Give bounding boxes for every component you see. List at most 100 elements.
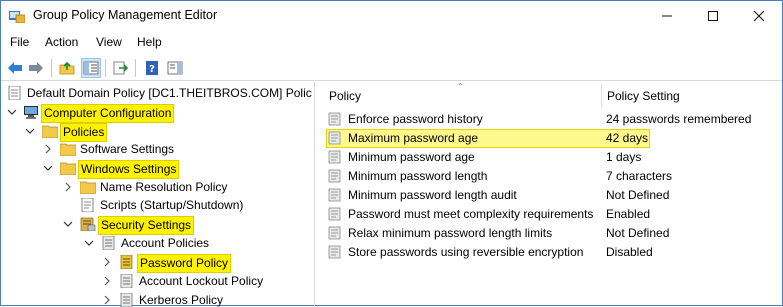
table-row[interactable]: Enforce password history 24 passwords rem… — [323, 110, 782, 129]
show-hide-tree-button[interactable] — [81, 58, 101, 78]
table-row[interactable]: Store passwords using reversible encrypt… — [323, 243, 782, 262]
tree-item-name-resolution-policy[interactable]: Name Resolution Policy — [1, 178, 314, 197]
chevron-right-icon[interactable] — [102, 276, 112, 286]
menu-file[interactable]: File — [10, 35, 29, 49]
forward-icon — [29, 62, 43, 74]
back-icon — [8, 62, 22, 74]
computer-icon — [24, 106, 38, 119]
table-row[interactable]: Maximum password age 42 days — [323, 129, 782, 148]
menu-help[interactable]: Help — [137, 35, 162, 49]
cell-policy-setting: 24 passwords remembered — [606, 112, 752, 126]
security-settings-icon — [80, 217, 96, 231]
script-document-icon — [81, 198, 94, 212]
cell-policy-setting: Disabled — [606, 245, 653, 259]
column-header-setting[interactable]: Policy Setting — [607, 82, 777, 110]
tree-label-root: Default Domain Policy [DC1.THEITBROS.COM… — [27, 86, 312, 100]
gpme-app-icon — [9, 11, 25, 23]
tree-item-security-settings[interactable]: Security Settings — [1, 215, 314, 235]
maximize-icon — [708, 11, 718, 21]
svg-text:?: ? — [149, 64, 155, 75]
tree-label-password-policy: Password Policy — [137, 254, 232, 273]
tree-item-scripts[interactable]: Scripts (Startup/Shutdown) — [1, 196, 314, 215]
close-button[interactable] — [736, 1, 782, 31]
chevron-down-icon[interactable] — [7, 107, 17, 117]
table-row[interactable]: Password must meet complexity requiremen… — [323, 205, 782, 224]
chevron-right-icon[interactable] — [102, 257, 112, 267]
help-icon: ? — [146, 61, 158, 75]
back-button[interactable] — [5, 58, 25, 78]
console-tree: Default Domain Policy [DC1.THEITBROS.COM… — [1, 82, 315, 307]
tree-item-windows-settings[interactable]: Windows Settings — [1, 159, 314, 179]
column-header-policy[interactable]: Policy — [329, 82, 599, 110]
properties-pane-button[interactable] — [165, 58, 185, 78]
cell-policy: Minimum password length audit — [348, 188, 517, 202]
cell-policy-setting: Enabled — [606, 207, 651, 221]
cell-policy-setting: 1 days — [606, 150, 642, 164]
policy-setting-icon — [328, 207, 341, 221]
table-row[interactable]: Minimum password age 1 days — [323, 148, 782, 167]
up-one-level-button[interactable] — [57, 58, 77, 78]
tree-label-software-settings: Software Settings — [80, 142, 175, 156]
chevron-down-icon[interactable] — [63, 219, 73, 229]
tree-item-password-policy[interactable]: Password Policy — [1, 253, 314, 273]
menu-view[interactable]: View — [96, 35, 122, 49]
table-row[interactable]: Minimum password length audit Not Defined — [323, 186, 782, 205]
column-header-setting-label: Policy Setting — [607, 89, 680, 103]
tree-label-kerberos-policy: Kerberos Policy — [139, 293, 224, 307]
tree-label-scripts: Scripts (Startup/Shutdown) — [100, 198, 244, 212]
tree-item-root[interactable]: Default Domain Policy [DC1.THEITBROS.COM… — [1, 84, 314, 103]
cell-policy: Minimum password length — [348, 169, 488, 183]
minimize-icon — [662, 15, 672, 17]
show-hide-tree-icon — [83, 61, 99, 75]
account-policies-icon — [102, 236, 115, 250]
column-divider[interactable] — [601, 84, 602, 108]
close-icon — [753, 10, 765, 22]
policy-setting-icon — [328, 131, 341, 145]
tree-label-account-policies: Account Policies — [121, 236, 210, 250]
table-row[interactable]: Minimum password length 7 characters — [323, 167, 782, 186]
tree-label-windows-settings: Windows Settings — [78, 160, 180, 179]
up-folder-icon — [59, 61, 75, 75]
tree-item-account-lockout-policy[interactable]: Account Lockout Policy — [1, 272, 314, 291]
chevron-down-icon[interactable] — [84, 238, 94, 248]
help-button[interactable]: ? — [142, 58, 162, 78]
tree-item-policies[interactable]: Policies — [1, 122, 314, 142]
policy-folder-icon — [120, 255, 133, 269]
folder-icon — [60, 162, 76, 175]
policy-setting-icon — [328, 112, 341, 126]
policy-setting-icon — [328, 169, 341, 183]
properties-pane-icon — [167, 61, 183, 75]
maximize-button[interactable] — [690, 1, 736, 31]
window-title: Group Policy Management Editor — [33, 8, 218, 22]
cell-policy: Minimum password age — [348, 150, 475, 164]
minimize-button[interactable] — [644, 1, 690, 31]
column-header-policy-label: Policy — [329, 89, 362, 103]
cell-policy-setting: 42 days — [606, 131, 649, 145]
tree-item-computer-configuration[interactable]: Computer Configuration — [1, 103, 314, 123]
cell-policy-setting: 7 characters — [606, 169, 673, 183]
cell-policy: Relax minimum password length limits — [348, 226, 553, 240]
cell-policy-setting: Not Defined — [606, 226, 670, 240]
toolbar: ? — [1, 55, 782, 81]
cell-policy-setting: Not Defined — [606, 188, 670, 202]
menu-bar: File Action View Help — [1, 32, 782, 52]
chevron-right-icon[interactable] — [63, 182, 73, 192]
chevron-right-icon[interactable] — [43, 144, 53, 154]
chevron-down-icon[interactable] — [25, 126, 35, 136]
chevron-right-icon[interactable] — [102, 295, 112, 305]
title-bar: Group Policy Management Editor — [1, 1, 782, 31]
tree-item-software-settings[interactable]: Software Settings — [1, 140, 314, 159]
export-list-button[interactable] — [111, 58, 131, 78]
folder-icon — [60, 143, 76, 156]
policy-setting-icon — [328, 188, 341, 202]
forward-button[interactable] — [26, 58, 46, 78]
policy-setting-icon — [328, 226, 341, 240]
tree-label-name-resolution-policy: Name Resolution Policy — [100, 180, 228, 194]
details-list: ⌃ Policy Policy Setting Enforce password… — [323, 82, 782, 307]
policy-setting-icon — [328, 245, 341, 259]
tree-item-account-policies[interactable]: Account Policies — [1, 234, 314, 253]
menu-action[interactable]: Action — [45, 35, 78, 49]
tree-item-kerberos-policy[interactable]: Kerberos Policy — [1, 291, 314, 307]
table-row[interactable]: Relax minimum password length limits Not … — [323, 224, 782, 243]
chevron-down-icon[interactable] — [43, 163, 53, 173]
